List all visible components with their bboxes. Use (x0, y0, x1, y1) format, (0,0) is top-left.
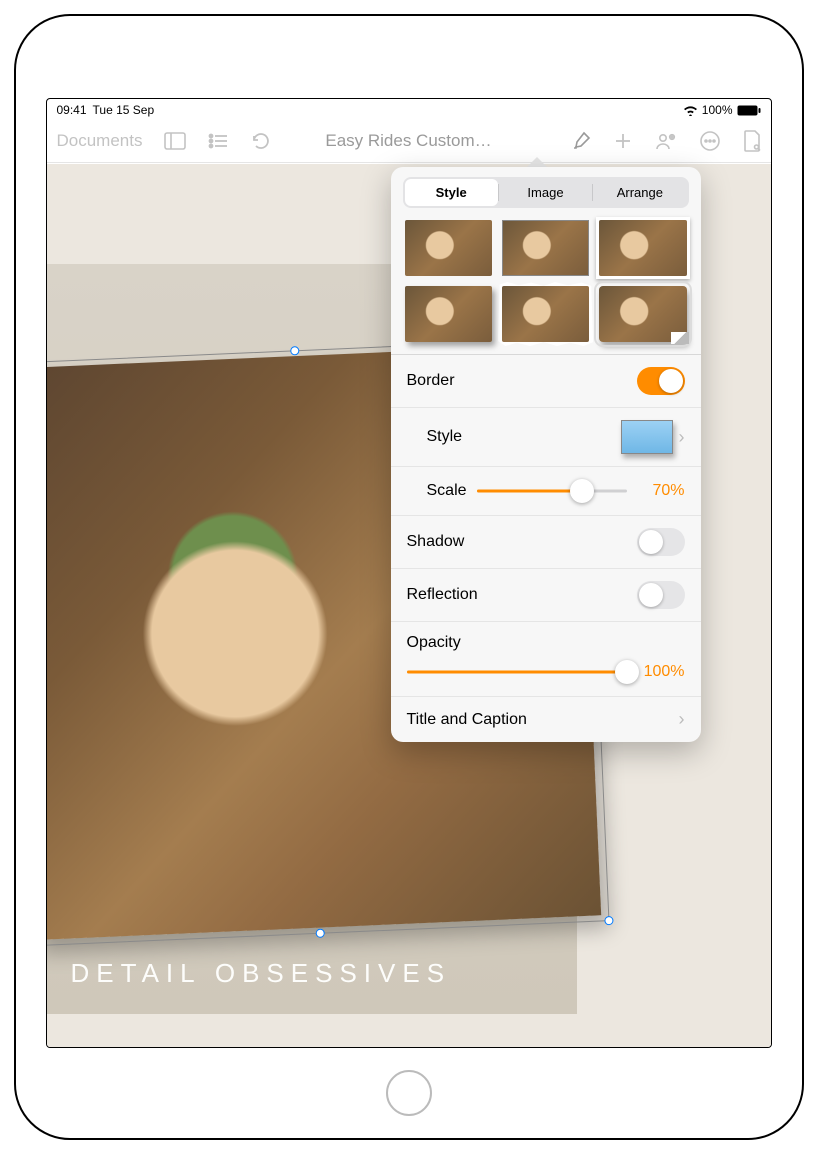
opacity-label: Opacity (407, 634, 685, 652)
scale-label: Scale (427, 482, 467, 500)
tab-image[interactable]: Image (499, 179, 592, 206)
chevron-right-icon: › (679, 709, 685, 730)
format-tabs: Style Image Arrange (403, 177, 689, 208)
border-style-thumb (621, 420, 673, 454)
border-scale-row: Scale 70% (391, 466, 701, 515)
title-caption-row[interactable]: Title and Caption › (391, 696, 701, 742)
border-label: Border (407, 372, 455, 390)
opacity-value: 100% (637, 663, 685, 681)
resize-handle-bc[interactable] (315, 929, 324, 938)
preset-torn-edge[interactable] (502, 286, 589, 342)
battery-icon (737, 105, 761, 116)
collaborate-icon[interactable] (655, 131, 677, 151)
shadow-row: Shadow (391, 515, 701, 568)
ipad-device-frame: 09:41 Tue 15 Sep 100% Documents (14, 14, 804, 1140)
preset-white-frame[interactable] (599, 220, 686, 276)
preset-line-border[interactable] (502, 220, 589, 276)
resize-handle-br[interactable] (604, 916, 613, 925)
home-button[interactable] (386, 1070, 432, 1116)
reflection-toggle[interactable] (637, 581, 685, 609)
inspector-doc-icon[interactable] (743, 130, 761, 152)
border-style-row[interactable]: Style › (391, 407, 701, 466)
page-caption: DETAIL OBSESSIVES (71, 958, 452, 989)
preset-page-curl[interactable] (599, 286, 686, 342)
document-title[interactable]: Easy Rides Custom… (325, 131, 491, 151)
documents-button[interactable]: Documents (57, 131, 143, 151)
outline-icon[interactable] (208, 133, 228, 149)
status-date: Tue 15 Sep (93, 103, 155, 117)
opacity-row: Opacity 100% (391, 621, 701, 696)
chevron-right-icon: › (679, 427, 685, 448)
more-icon[interactable] (699, 130, 721, 152)
scale-value: 70% (637, 482, 685, 500)
resize-handle-tc[interactable] (290, 346, 299, 355)
wifi-icon (683, 105, 698, 116)
reflection-row: Reflection (391, 568, 701, 621)
title-caption-label: Title and Caption (407, 711, 527, 729)
status-bar: 09:41 Tue 15 Sep 100% (47, 99, 771, 119)
tab-style[interactable]: Style (405, 179, 498, 206)
border-toggle[interactable] (637, 367, 685, 395)
undo-icon[interactable] (250, 131, 270, 151)
style-presets (391, 216, 701, 354)
border-style-label: Style (427, 428, 463, 446)
reflection-label: Reflection (407, 586, 478, 604)
sidebar-icon[interactable] (164, 132, 186, 150)
preset-none[interactable] (405, 220, 492, 276)
screen: 09:41 Tue 15 Sep 100% Documents (46, 98, 772, 1048)
opacity-slider[interactable] (407, 660, 627, 684)
shadow-label: Shadow (407, 533, 465, 551)
scale-slider[interactable] (477, 479, 627, 503)
format-popover: Style Image Arrange Border Style (391, 167, 701, 742)
border-row: Border (391, 354, 701, 407)
insert-plus-icon[interactable] (613, 131, 633, 151)
battery-pct: 100% (702, 103, 733, 117)
shadow-toggle[interactable] (637, 528, 685, 556)
status-time: 09:41 (57, 103, 87, 117)
preset-shadow[interactable] (405, 286, 492, 342)
format-brush-icon[interactable] (571, 131, 591, 151)
tab-arrange[interactable]: Arrange (593, 179, 686, 206)
toolbar: Documents Easy Rides Custom… (47, 119, 771, 163)
